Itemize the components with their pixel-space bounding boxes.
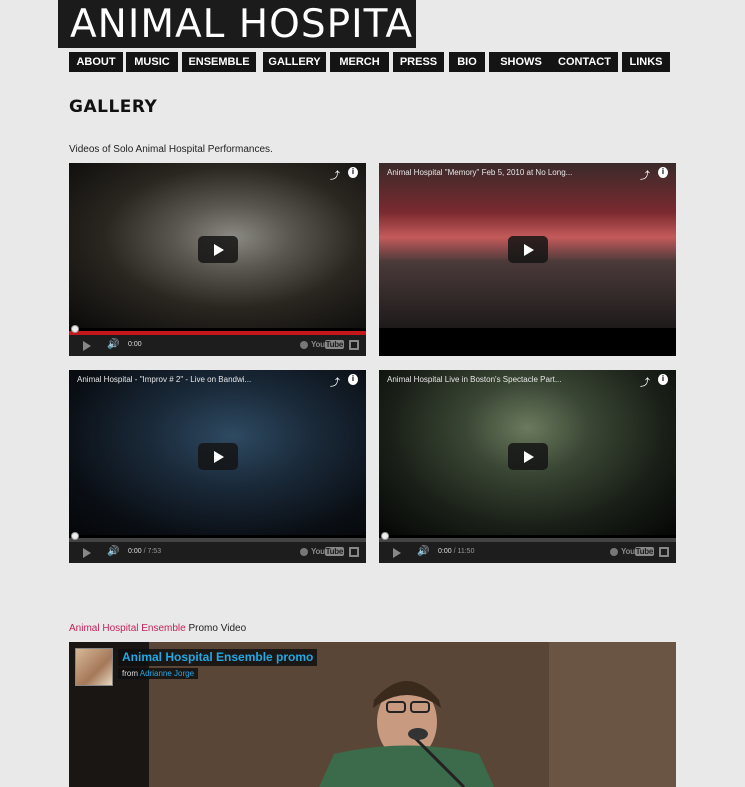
youtube-logo[interactable]: YouTube	[311, 547, 344, 556]
play-button[interactable]	[197, 235, 238, 263]
volume-icon[interactable]: 🔊	[107, 339, 119, 350]
info-icon[interactable]: i	[658, 167, 668, 178]
youtube-logo[interactable]: YouTube	[621, 547, 654, 556]
video-title: Animal Hospital "Memory" Feb 5, 2010 at …	[387, 168, 573, 177]
volume-icon[interactable]: 🔊	[107, 546, 119, 557]
site-logo[interactable]: ANIMAL HOSPITAL	[58, 0, 416, 48]
progress-bar[interactable]	[69, 325, 366, 335]
info-icon[interactable]: i	[658, 374, 668, 385]
player-controls: 🔊 0:00 / 7:53 YouTube	[69, 532, 366, 563]
nav-item-bio[interactable]: BIO	[449, 52, 485, 72]
scrubber-handle[interactable]	[71, 325, 79, 333]
share-icon[interactable]: ⤴	[330, 167, 340, 182]
share-icon[interactable]: ⤴	[640, 167, 650, 182]
vimeo-video-title[interactable]: Animal Hospital Ensemble promo	[118, 649, 318, 666]
time-display: 0:00	[128, 341, 142, 348]
youtube-logo[interactable]: YouTube	[311, 340, 344, 349]
play-icon[interactable]	[83, 341, 91, 351]
nav-item-shows[interactable]: SHOWS	[489, 52, 553, 72]
player-controls: 🔊 0:00 YouTube	[69, 325, 366, 356]
nav-item-links[interactable]: LINKS	[622, 52, 670, 72]
progress-bar[interactable]	[69, 532, 366, 542]
time-display: 0:00 / 11:50	[438, 548, 475, 555]
progress-bar[interactable]	[379, 532, 676, 542]
youtube-video-2[interactable]: Animal Hospital "Memory" Feb 5, 2010 at …	[379, 163, 676, 356]
youtube-video-3[interactable]: Animal Hospital - "Improv # 2" - Live on…	[69, 370, 366, 563]
nav-item-press[interactable]: PRESS	[393, 52, 444, 72]
uploader-credit: from Adrianne Jorge	[118, 668, 199, 679]
nav-item-ensemble[interactable]: ENSEMBLE	[182, 52, 256, 72]
fullscreen-icon[interactable]	[349, 340, 359, 350]
player-controls-hidden	[379, 335, 676, 356]
gallery-intro: Videos of Solo Animal Hospital Performan…	[69, 144, 273, 155]
info-icon[interactable]: i	[348, 167, 358, 178]
watch-later-icon[interactable]	[300, 548, 308, 556]
promo-label: Animal Hospital Ensemble Promo Video	[69, 623, 246, 634]
nav-item-about[interactable]: ABOUT	[69, 52, 123, 72]
watch-later-icon[interactable]	[300, 341, 308, 349]
play-icon[interactable]	[83, 548, 91, 558]
promo-label-text: Promo Video	[185, 623, 247, 634]
vimeo-promo-video[interactable]: Animal Hospital Ensemble promo from Adri…	[69, 642, 676, 787]
player-controls: 🔊 0:00 / 11:50 YouTube	[379, 532, 676, 563]
nav-item-merch[interactable]: MERCH	[330, 52, 389, 72]
youtube-video-4[interactable]: Animal Hospital Live in Boston's Spectac…	[379, 370, 676, 563]
ensemble-link[interactable]: Animal Hospital Ensemble	[69, 623, 186, 634]
nav-item-contact[interactable]: CONTACT	[551, 52, 618, 72]
volume-icon[interactable]: 🔊	[417, 546, 429, 557]
page-title: GALLERY	[69, 97, 158, 117]
fullscreen-icon[interactable]	[349, 547, 359, 557]
nav-item-music[interactable]: MUSIC	[126, 52, 178, 72]
uploader-link[interactable]: Adrianne Jorge	[140, 669, 194, 678]
watch-later-icon[interactable]	[610, 548, 618, 556]
uploader-avatar[interactable]	[75, 648, 113, 686]
fullscreen-icon[interactable]	[659, 547, 669, 557]
share-icon[interactable]: ⤴	[640, 374, 650, 389]
nav-item-gallery[interactable]: GALLERY	[263, 52, 326, 72]
play-button[interactable]	[507, 442, 548, 470]
youtube-video-1[interactable]: ⤴ i 🔊 0:00 YouTube	[69, 163, 366, 356]
play-button[interactable]	[507, 235, 548, 263]
share-icon[interactable]: ⤴	[330, 374, 340, 389]
video-title: Animal Hospital Live in Boston's Spectac…	[387, 375, 562, 384]
play-icon[interactable]	[393, 548, 401, 558]
scrubber-handle[interactable]	[71, 532, 79, 540]
time-display: 0:00 / 7:53	[128, 548, 162, 555]
video-title: Animal Hospital - "Improv # 2" - Live on…	[77, 375, 252, 384]
info-icon[interactable]: i	[348, 374, 358, 385]
scrubber-handle[interactable]	[381, 532, 389, 540]
play-button[interactable]	[197, 442, 238, 470]
